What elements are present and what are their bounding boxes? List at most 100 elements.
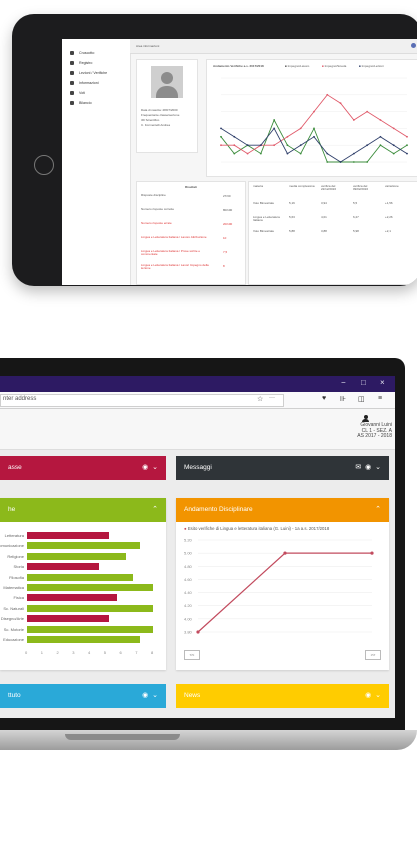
disciplinare-line-chart: 5.20 5.00 4.80 4.60 4.40 4.20 4.00 3.80 — [184, 538, 374, 635]
voti-table-cell: 4,01 — [321, 215, 327, 219]
bookmark-star-icon[interactable]: ☆ — [257, 395, 263, 403]
profile-line: C. Formentelli Andrea — [141, 123, 171, 127]
series-point — [233, 135, 236, 138]
maximize-button[interactable]: □ — [361, 378, 366, 387]
series-point — [273, 127, 276, 130]
next-button[interactable]: >> — [365, 650, 381, 660]
bar-label: Letteratura — [4, 533, 24, 538]
y-tick-label: 4.00 — [184, 616, 193, 621]
sidebar-item-cruscotto[interactable]: Cruscotto — [70, 51, 94, 56]
line-legend: ● Esito verifiche di Lingua e letteratur… — [184, 526, 330, 531]
chart-legend-2: ■ Impegno/Scuola — [322, 64, 347, 68]
series-point — [286, 144, 289, 147]
topbar-title: Area informazioni — [136, 44, 160, 48]
eye-icon[interactable]: ◉ ⌄ — [365, 684, 381, 708]
profile-line: Frequentante classe/sezione — [141, 113, 180, 117]
bar — [27, 625, 153, 633]
series-point — [299, 127, 302, 130]
y-tick-label: 4.40 — [184, 590, 193, 595]
sidebar-item-lezioni[interactable]: Lezioni / Verifiche — [70, 71, 107, 76]
bar-label: Sc. Naturali — [3, 605, 24, 611]
materie-panel-header[interactable]: he ⌃ — [0, 498, 166, 522]
bar-axis-tick: 8 — [151, 650, 154, 656]
bar-label: Filosofia — [9, 574, 24, 580]
profile-line: Data di nascita: 28/07/2000 — [141, 108, 178, 112]
series-point — [352, 152, 355, 155]
risultati-header: Risultati — [185, 185, 197, 189]
series-point — [246, 144, 249, 147]
series-point — [246, 152, 249, 155]
grades-icon — [70, 91, 74, 96]
risultati-row-label: Numero risposte errate — [141, 221, 172, 225]
voti-table-cell: 5,88 — [289, 229, 295, 233]
sidebar-item-registro[interactable]: Registro — [70, 61, 92, 66]
series-line — [220, 118, 408, 163]
risultati-row-label: Lingua e Letteratura Italiana / Lavoro A… — [141, 235, 207, 239]
mail-icon[interactable]: ✉ ◉ ⌄ — [355, 456, 381, 480]
series-point — [392, 152, 395, 155]
menu-icon[interactable]: ≡ — [378, 395, 382, 402]
series-point — [220, 135, 222, 138]
verifiche-chart-card: Andamento Verifiche a.s. 2017/2018 ■ Imp… — [206, 59, 417, 177]
series-point — [233, 152, 236, 155]
sidebar-item-bilancio[interactable]: Bilancio — [70, 101, 92, 106]
series-point — [220, 144, 222, 147]
prev-button[interactable]: << — [184, 650, 200, 660]
series-point — [366, 161, 369, 163]
info-icon — [70, 81, 74, 86]
user-icon[interactable] — [362, 415, 369, 422]
series-point — [273, 144, 276, 147]
chart-legend-3: ■ Impegno/Lezioni — [359, 64, 384, 68]
disciplinare-panel-header[interactable]: Andamento Disciplinare ⌃ — [176, 498, 389, 522]
series-point — [326, 152, 329, 155]
series-point — [313, 135, 315, 138]
laptop-notch — [65, 734, 180, 740]
user-icon[interactable] — [411, 43, 416, 48]
voti-table-cell: +2,1 — [385, 229, 391, 233]
series-point — [259, 152, 262, 155]
voti-table-cell: Voto Bimestrale — [253, 229, 275, 233]
eye-icon[interactable]: ◉ ⌄ — [142, 456, 158, 480]
series-point — [406, 135, 408, 138]
voti-table-cell: +1,56 — [385, 201, 393, 205]
series-point — [366, 144, 369, 147]
bar — [27, 604, 153, 612]
voti-header-cell: media complessiva — [289, 184, 315, 188]
series-point — [370, 551, 374, 555]
chart-icon — [70, 101, 74, 106]
series-point — [352, 161, 355, 163]
news-panel-header[interactable]: News ◉ ⌄ — [176, 684, 389, 708]
close-button[interactable]: × — [380, 378, 385, 387]
series-point — [196, 630, 200, 634]
bar-axis-tick: 6 — [119, 650, 122, 656]
studio-panel-header[interactable]: ttuto ◉ ⌄ — [0, 684, 166, 708]
messaggi-panel-header[interactable]: Messaggi ✉ ◉ ⌄ — [176, 456, 389, 480]
page-actions-icon[interactable]: ··· — [269, 395, 275, 401]
eye-icon[interactable]: ◉ ⌄ — [142, 684, 158, 708]
verifiche-line-chart — [220, 77, 408, 163]
sidebar-item-informazioni[interactable]: Informazioni — [70, 81, 99, 86]
chart-title: Andamento Verifiche a.s. 2017/2018 — [213, 64, 264, 68]
sidebar-icon[interactable]: ◫ — [358, 395, 365, 403]
series-point — [233, 144, 236, 147]
series-point — [259, 144, 262, 147]
series-point — [286, 152, 289, 155]
risultati-row-value: 27/30 — [223, 194, 231, 198]
pocket-icon[interactable]: ♥ — [322, 395, 326, 402]
tablet-home-button[interactable] — [34, 155, 54, 175]
bar — [27, 552, 127, 560]
app-header: Giovanni Luini CL 1 - SEZ. A AS 2017 - 2… — [0, 409, 395, 450]
library-icon[interactable]: ⊪ — [340, 395, 346, 403]
classe-panel-header[interactable]: asse ◉ ⌄ — [0, 456, 166, 480]
chevron-up-icon[interactable]: ⌃ — [375, 498, 381, 522]
risultati-row-value: 10 — [223, 236, 227, 240]
sidebar-item-voti[interactable]: Voti — [70, 91, 85, 96]
messaggi-panel-title: Messaggi — [184, 464, 212, 471]
risultati-row-label: Lingua e Letteratura Italiana / Prove sc… — [141, 249, 201, 257]
book-icon — [70, 61, 74, 66]
tablet-sidebar: Cruscotto Registro Lezioni / Verifiche I… — [62, 39, 131, 285]
address-bar[interactable]: nter address ☆ ··· — [0, 394, 284, 407]
user-year: AS 2017 - 2018 — [357, 433, 392, 439]
chevron-up-icon[interactable]: ⌃ — [152, 498, 158, 522]
minimize-button[interactable]: − — [341, 378, 346, 387]
